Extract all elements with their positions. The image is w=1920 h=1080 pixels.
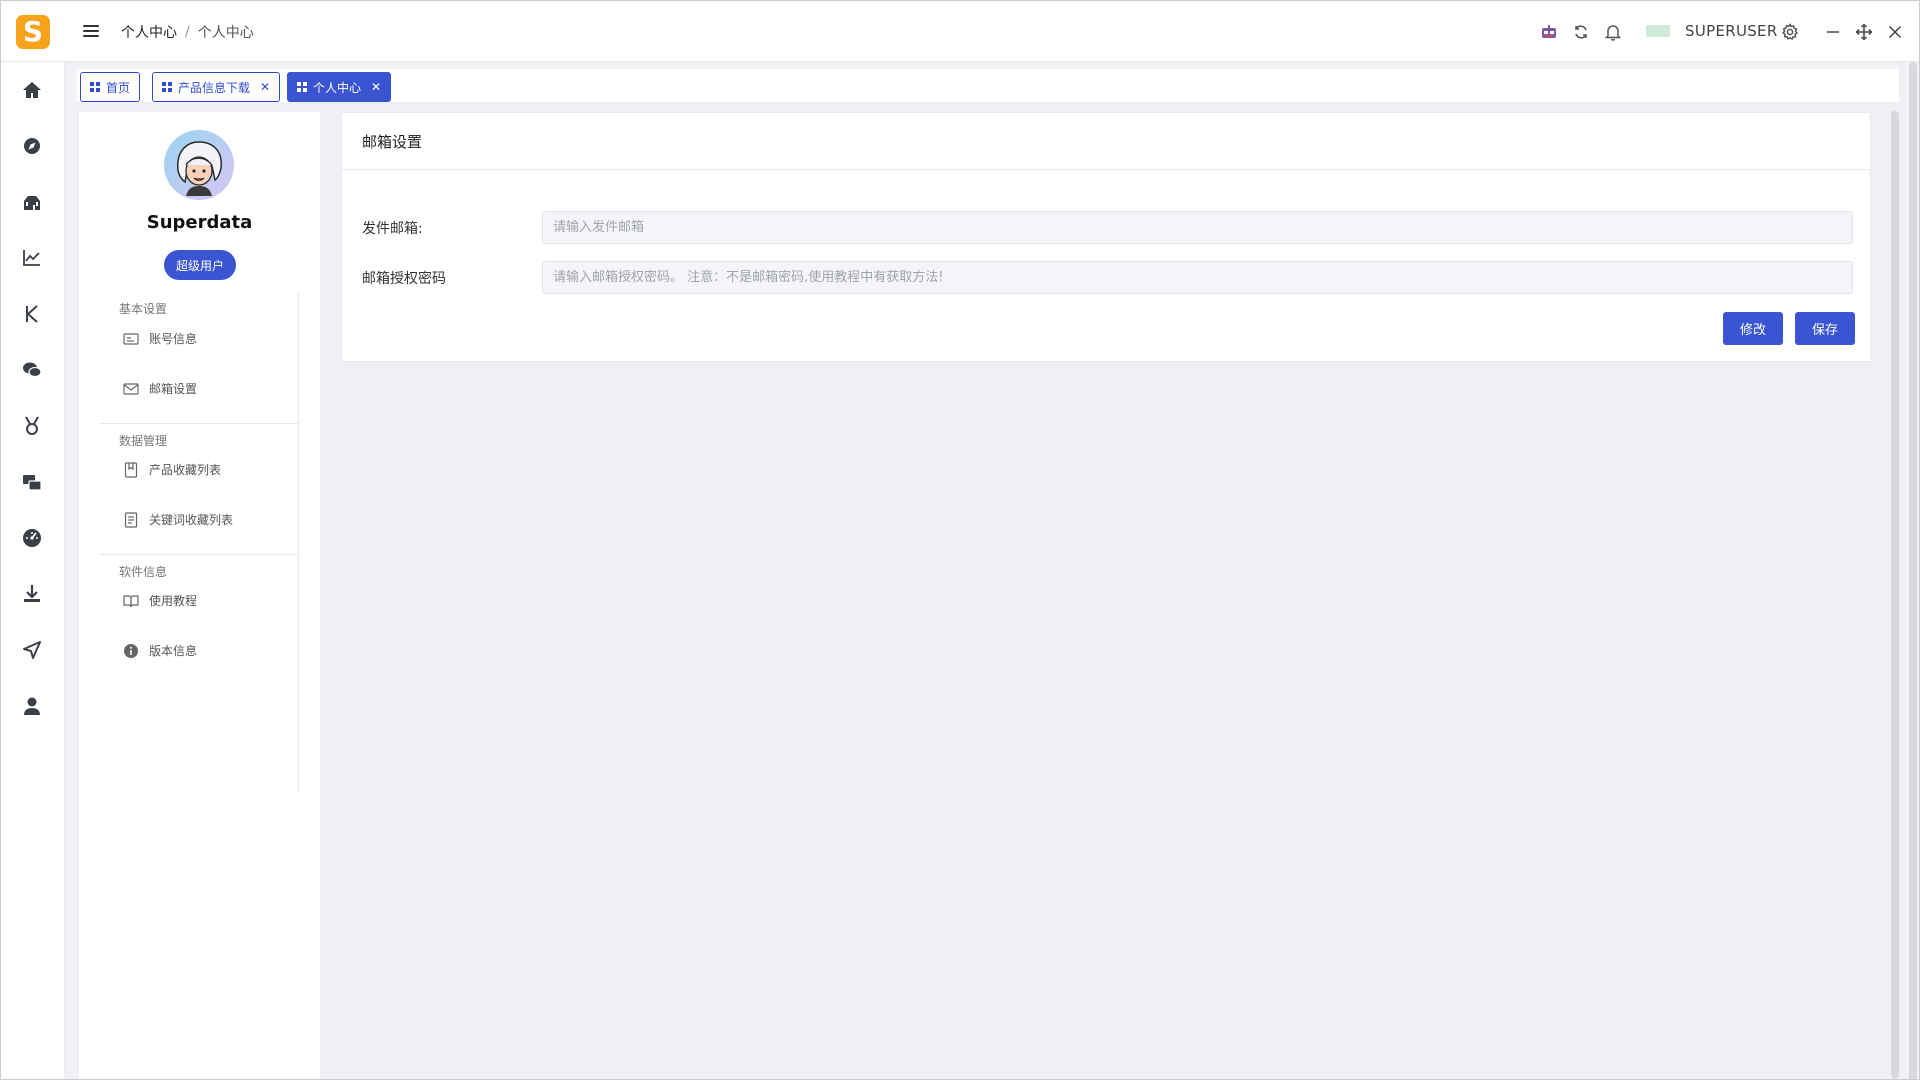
- window-scrollbar[interactable]: [1909, 62, 1917, 1079]
- tab-label: 产品信息下载: [178, 80, 251, 95]
- menu-label: 邮箱设置: [149, 382, 198, 396]
- minimize-icon[interactable]: [1821, 20, 1845, 44]
- content-scrollbar[interactable]: [1891, 111, 1899, 1079]
- role-badge: 超级用户: [164, 250, 236, 280]
- menu-divider: [99, 554, 299, 555]
- left-nav: [1, 62, 65, 1079]
- chat-icon[interactable]: [20, 358, 44, 382]
- menu-label: 账号信息: [149, 332, 198, 346]
- medal-icon[interactable]: [20, 414, 44, 438]
- menu-item-product-favorites[interactable]: 产品收藏列表: [123, 461, 221, 478]
- user-icon[interactable]: [20, 694, 44, 718]
- document-icon: [123, 511, 139, 528]
- app-logo: S: [16, 15, 50, 49]
- move-icon[interactable]: [1852, 20, 1876, 44]
- grid-icon: [90, 82, 100, 92]
- menu-label: 版本信息: [149, 644, 198, 658]
- menu-label: 使用教程: [149, 594, 198, 608]
- bell-icon[interactable]: [1601, 20, 1625, 44]
- avatar: [164, 130, 234, 200]
- home-icon[interactable]: [20, 78, 44, 102]
- download-icon[interactable]: [20, 582, 44, 606]
- menu-item-version-info[interactable]: 版本信息: [123, 642, 197, 659]
- id-card-icon: [123, 331, 139, 347]
- tab-product-download[interactable]: 产品信息下载 ✕: [152, 72, 281, 102]
- refresh-icon[interactable]: [1569, 20, 1593, 44]
- compass-icon[interactable]: [20, 134, 44, 158]
- close-icon[interactable]: [1883, 20, 1907, 44]
- window-controls: [1821, 19, 1907, 45]
- notification-bar: [1537, 19, 1625, 45]
- dashboard-icon[interactable]: [20, 526, 44, 550]
- grid-icon: [297, 82, 307, 92]
- profile-panel: Superdata 超级用户 基本设置 账号信息 邮箱设置 数据管理 产品收藏列…: [79, 112, 320, 1079]
- email-settings-card: 邮箱设置 发件邮箱: 邮箱授权密码 修改 保存: [341, 112, 1871, 362]
- auth-password-label: 邮箱授权密码: [362, 270, 446, 287]
- tab-close-icon[interactable]: ✕: [371, 80, 381, 94]
- section-basic-settings: 基本设置: [119, 302, 168, 316]
- tab-personal-center[interactable]: 个人中心 ✕: [287, 72, 392, 102]
- menu-divider: [99, 423, 299, 424]
- profile-name: Superdata: [146, 212, 253, 233]
- menu-item-email-settings[interactable]: 邮箱设置: [123, 380, 197, 397]
- line-chart-icon[interactable]: [20, 246, 44, 270]
- send-icon[interactable]: [20, 638, 44, 662]
- app-window: S 个人中心 / 个人中心 SUPERUSER 首页 产品信息下载 ✕ 个人中心…: [0, 0, 1920, 1080]
- menu-item-tutorial[interactable]: 使用教程: [123, 592, 197, 609]
- tab-label: 首页: [106, 80, 131, 95]
- profile-menu: 基本设置 账号信息 邮箱设置 数据管理 产品收藏列表 关键词收藏列表 软件信息 …: [99, 292, 299, 794]
- book-icon: [123, 593, 139, 609]
- settings-wrap: [1778, 19, 1802, 45]
- sender-email-row: 发件邮箱:: [362, 211, 1853, 244]
- section-software-info: 软件信息: [119, 565, 168, 579]
- bookmark-icon: [123, 461, 139, 478]
- menu-label: 产品收藏列表: [149, 463, 222, 477]
- username-label[interactable]: SUPERUSER: [1685, 22, 1778, 40]
- grid-icon: [162, 82, 172, 92]
- menu-item-account-info[interactable]: 账号信息: [123, 330, 197, 347]
- sender-email-label: 发件邮箱:: [362, 220, 423, 237]
- user-avatar-small[interactable]: [1646, 25, 1670, 37]
- sender-email-input[interactable]: [542, 211, 1853, 244]
- breadcrumb-parent[interactable]: 个人中心: [121, 22, 177, 42]
- section-data-management: 数据管理: [119, 434, 168, 448]
- store-icon[interactable]: [20, 190, 44, 214]
- transfer-icon[interactable]: [20, 470, 44, 494]
- breadcrumb-separator: /: [185, 24, 190, 40]
- edit-button[interactable]: 修改: [1723, 312, 1783, 345]
- menu-label: 关键词收藏列表: [149, 513, 234, 527]
- gear-icon[interactable]: [1778, 20, 1802, 44]
- tab-home[interactable]: 首页: [80, 72, 141, 102]
- top-bar: S 个人中心 / 个人中心 SUPERUSER: [1, 1, 1919, 62]
- auth-password-row: 邮箱授权密码: [362, 261, 1853, 294]
- menu-toggle-icon[interactable]: [83, 23, 101, 39]
- breadcrumb: 个人中心 / 个人中心: [121, 22, 254, 42]
- tab-label: 个人中心: [313, 80, 362, 95]
- info-icon: [123, 643, 139, 659]
- auth-password-input[interactable]: [542, 261, 1853, 294]
- menu-item-keyword-favorites[interactable]: 关键词收藏列表: [123, 511, 233, 528]
- card-title: 邮箱设置: [342, 113, 1870, 170]
- save-button[interactable]: 保存: [1795, 312, 1855, 345]
- tab-close-icon[interactable]: ✕: [260, 80, 270, 94]
- robot-icon[interactable]: [1537, 20, 1561, 44]
- k-icon[interactable]: [20, 302, 44, 326]
- breadcrumb-current: 个人中心: [197, 25, 254, 41]
- mail-icon: [123, 381, 139, 397]
